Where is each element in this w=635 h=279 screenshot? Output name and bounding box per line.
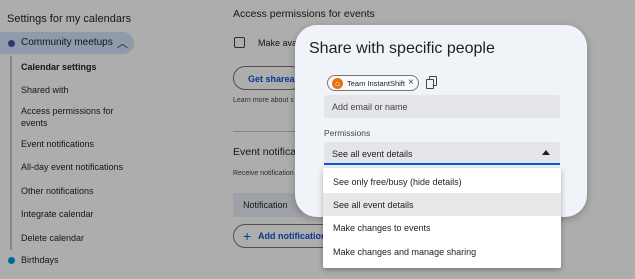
close-icon[interactable]: × (408, 77, 414, 88)
recipient-chip[interactable]: ⌂ Team InstantShift × (327, 75, 419, 91)
menu-item-all-details[interactable]: See all event details (323, 193, 561, 216)
menu-item-free-busy[interactable]: See only free/busy (hide details) (323, 170, 561, 193)
recipient-chip-label: Team InstantShift (347, 79, 405, 88)
caret-up-icon (542, 150, 550, 155)
dialog-title: Share with specific people (309, 40, 495, 57)
office-icon: ⌂ (332, 78, 343, 89)
permissions-select-value: See all event details (332, 149, 413, 159)
permissions-menu: See only free/busy (hide details) See al… (323, 168, 561, 268)
permissions-select[interactable]: See all event details (324, 142, 560, 165)
copy-icon[interactable] (426, 76, 438, 89)
email-field[interactable] (324, 95, 560, 118)
menu-item-make-changes[interactable]: Make changes to events (323, 216, 561, 239)
copy-icon-front (426, 79, 434, 89)
menu-item-manage-sharing[interactable]: Make changes and manage sharing (323, 240, 561, 263)
permissions-label: Permissions (324, 128, 371, 138)
email-input[interactable] (324, 95, 560, 118)
